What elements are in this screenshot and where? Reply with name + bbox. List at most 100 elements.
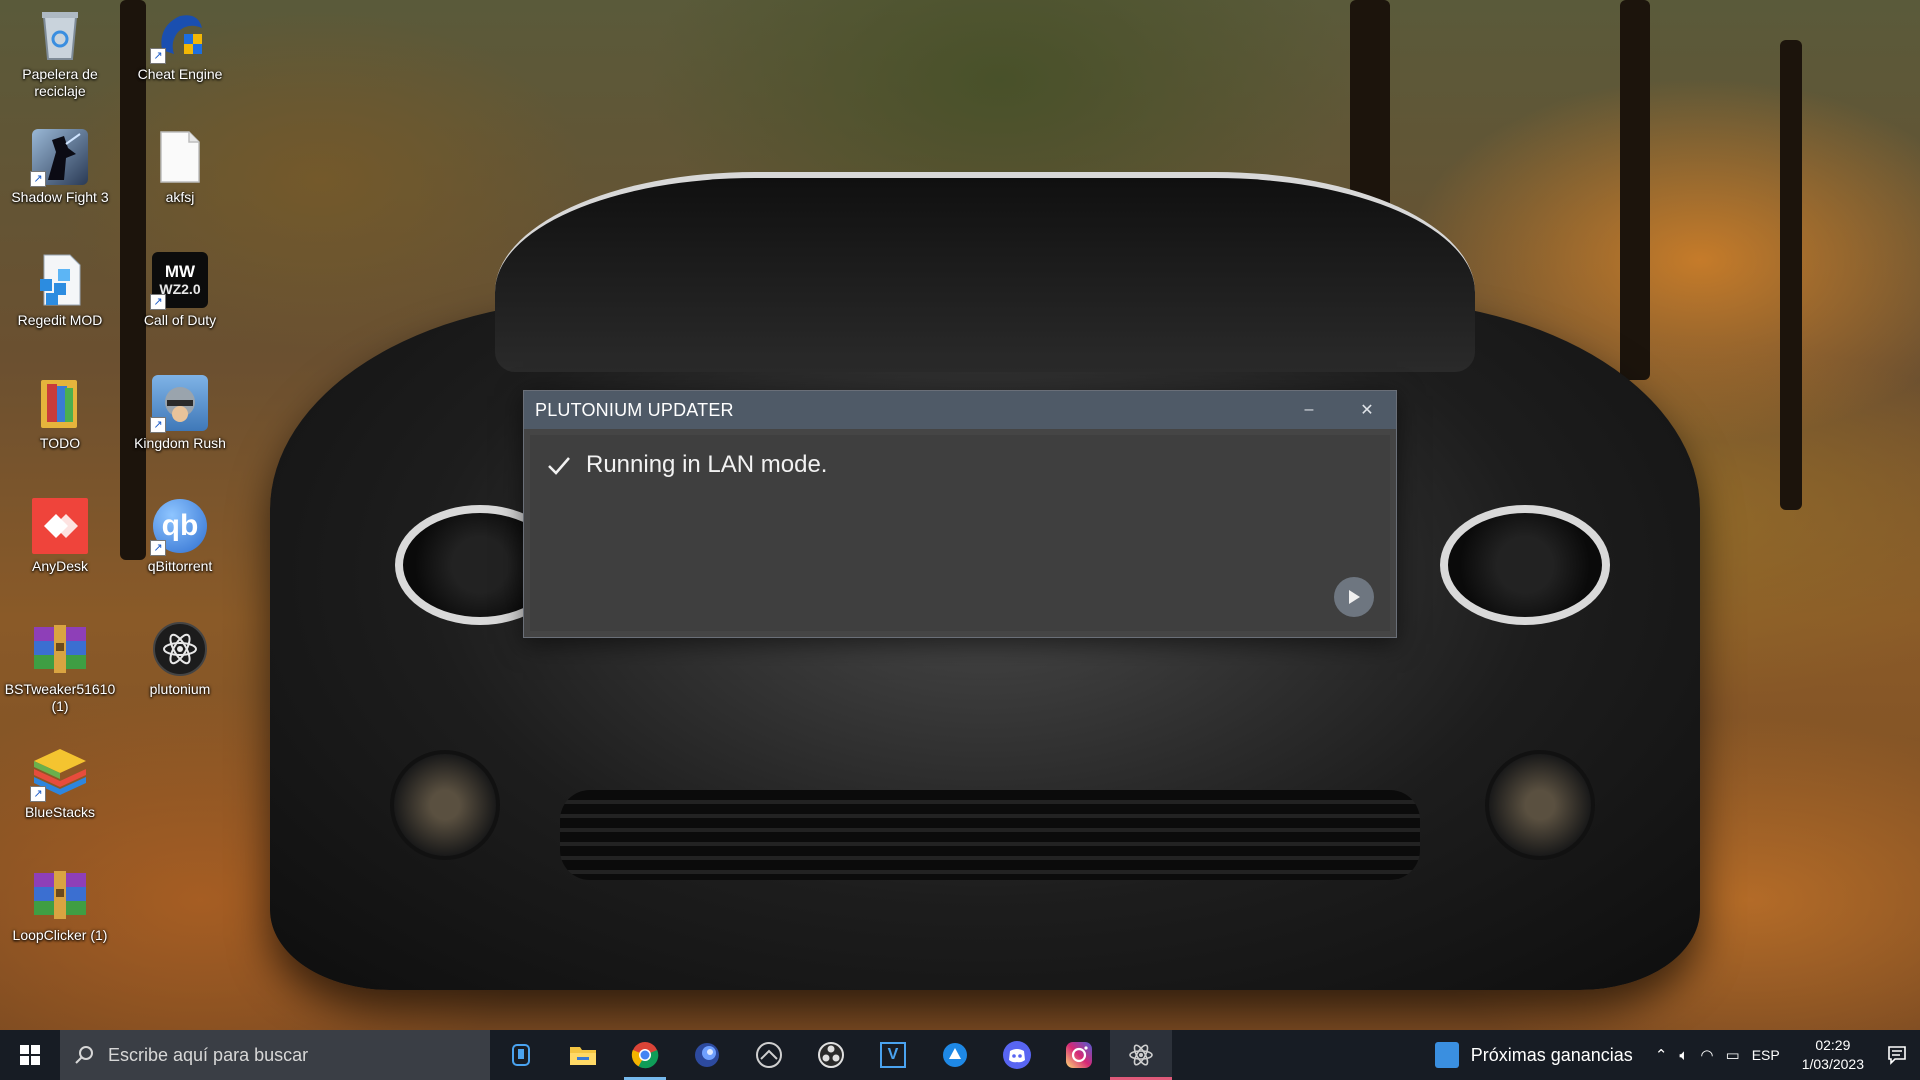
clock-date: 1/03/2023 (1801, 1056, 1864, 1072)
wallpaper-tree (1780, 40, 1802, 510)
cheat-engine-icon: ↗ (150, 6, 208, 64)
desktop-icon-shadow-fight-3[interactable]: ↗ Shadow Fight 3 (0, 123, 120, 233)
discord-icon (1003, 1041, 1031, 1069)
obs-icon (818, 1042, 844, 1068)
taskbar-app-plutonium[interactable] (1110, 1030, 1172, 1080)
minimize-button[interactable]: – (1280, 391, 1338, 429)
desktop-icon-loopclicker[interactable]: LoopClicker (1) (0, 861, 120, 971)
desktop-icon-label: Call of Duty (143, 312, 217, 328)
call-of-duty-icon: MW WZ2.0 ↗ (150, 252, 208, 310)
wallpaper-car-foglight-left (390, 750, 500, 860)
start-button[interactable] (0, 1030, 60, 1080)
desktop-icon-cheat-engine[interactable]: ↗ Cheat Engine (120, 0, 240, 110)
taskbar-app-list: V (490, 1030, 1172, 1080)
desktop-icon-recycle-bin[interactable]: Papelera de reciclaje (0, 0, 120, 110)
desktop-icon-label: LoopClicker (1) (12, 927, 108, 943)
bluestacks-icon: ↗ (30, 744, 88, 802)
play-icon (1349, 590, 1360, 604)
clock-time: 02:29 (1815, 1037, 1851, 1053)
shadow-fight-icon: ↗ (30, 129, 88, 187)
blank-file-icon (152, 129, 208, 185)
taskbar-app-generic[interactable] (924, 1030, 986, 1080)
desktop-icon-label: Regedit MOD (17, 312, 103, 328)
taskbar-app-visual-studio[interactable]: V (862, 1030, 924, 1080)
taskbar-app-discord[interactable] (986, 1030, 1048, 1080)
volume-icon[interactable]: 🔈︎ (1679, 1047, 1688, 1064)
wallpaper-car-grille (560, 790, 1420, 880)
news-icon (1434, 1042, 1459, 1068)
desktop-icon-bstweaker[interactable]: BSTweaker51610 (1) (0, 615, 120, 725)
window-content: Running in LAN mode. (530, 435, 1390, 631)
search-placeholder: Escribe aquí para buscar (108, 1044, 309, 1065)
window-controls: – ✕ (1280, 391, 1396, 429)
plutonium-updater-window[interactable]: PLUTONIUM UPDATER – ✕ Running in LAN mod… (523, 390, 1397, 638)
window-title-bar[interactable]: PLUTONIUM UPDATER – ✕ (524, 391, 1396, 429)
news-text: Próximas ganancias (1470, 1044, 1633, 1065)
taskbar-app-file-explorer[interactable] (552, 1030, 614, 1080)
cortana-icon (512, 1044, 530, 1066)
desktop-icon-label: plutonium (149, 681, 211, 697)
status-row: Running in LAN mode. (546, 451, 827, 479)
news-widget[interactable]: Próximas ganancias (1434, 1042, 1633, 1068)
system-tray: Próximas ganancias ⌃ 🔈︎ ◠ ▭ ESP 02:29 1/… (1434, 1030, 1920, 1080)
shortcut-arrow-icon: ↗ (150, 48, 166, 64)
wallpaper-tree (1620, 0, 1650, 380)
app-icon (943, 1043, 967, 1067)
window-title: PLUTONIUM UPDATER (535, 399, 734, 420)
shortcut-arrow-icon: ↗ (150, 294, 166, 310)
winrar-icon (32, 621, 88, 677)
wallpaper-car-headlight-right (1440, 505, 1610, 625)
plutonium-icon (152, 621, 208, 677)
visual-studio-icon: V (880, 1042, 906, 1068)
shortcut-arrow-icon: ↗ (150, 417, 166, 433)
wallpaper-car-foglight-right (1485, 750, 1595, 860)
desktop-icon-label: AnyDesk (31, 558, 89, 574)
regedit-icon (32, 252, 88, 308)
close-icon: ✕ (1360, 402, 1374, 419)
taskbar-app-chrome[interactable] (614, 1030, 676, 1080)
clock[interactable]: 02:29 1/03/2023 (1802, 1036, 1864, 1074)
notification-center-button[interactable] (1874, 1030, 1920, 1080)
status-message: Running in LAN mode. (586, 451, 828, 478)
taskbar-app-obs[interactable] (800, 1030, 862, 1080)
shortcut-arrow-icon: ↗ (30, 171, 46, 187)
anydesk-icon (32, 498, 88, 554)
plutonium-icon (1129, 1044, 1153, 1066)
taskbar-app-cortana[interactable] (490, 1030, 552, 1080)
taskbar-app-instagram[interactable] (1048, 1030, 1110, 1080)
desktop-icon-label: BSTweaker51610 (1) (4, 681, 116, 714)
desktop-icon-kingdom-rush[interactable]: ↗ Kingdom Rush (120, 369, 240, 479)
kingdom-rush-icon: ↗ (150, 375, 208, 433)
desktop-icon-label: Cheat Engine (137, 66, 223, 82)
search-icon (75, 1046, 93, 1064)
wifi-icon[interactable]: ◠ (1700, 1046, 1713, 1064)
taskbar: Escribe aquí para buscar V Próximas gana… (0, 1030, 1920, 1080)
desktop-icon-akfsj[interactable]: akfsj (120, 123, 240, 233)
close-button[interactable]: ✕ (1338, 391, 1396, 429)
chevron-up-icon[interactable]: ⌃ (1655, 1046, 1668, 1064)
language-indicator[interactable]: ESP (1752, 1047, 1780, 1063)
taskbar-search-box[interactable]: Escribe aquí para buscar (60, 1030, 490, 1080)
desktop-icon-qbittorrent[interactable]: qb ↗ qBittorrent (120, 492, 240, 602)
qbittorrent-logo-text: qb (161, 509, 199, 542)
desktop-icon-call-of-duty[interactable]: MW WZ2.0 ↗ Call of Duty (120, 246, 240, 356)
taskbar-app-browser[interactable] (676, 1030, 738, 1080)
desktop-icon-regedit-mod[interactable]: Regedit MOD (0, 246, 120, 356)
play-button[interactable] (1334, 577, 1374, 617)
visual-studio-badge: V (887, 1046, 899, 1063)
desktop-icon-bluestacks[interactable]: ↗ BlueStacks (0, 738, 120, 848)
recycle-bin-icon (32, 6, 88, 62)
qbittorrent-icon: qb ↗ (150, 498, 208, 556)
desktop-icon-label: akfsj (165, 189, 195, 205)
desktop-icon-anydesk[interactable]: AnyDesk (0, 492, 120, 602)
taskbar-app-launcher[interactable] (738, 1030, 800, 1080)
desktop-icon-plutonium[interactable]: plutonium (120, 615, 240, 725)
desktop-icon-label: Kingdom Rush (134, 435, 226, 451)
windows-logo-icon (20, 1045, 40, 1065)
minimize-icon: – (1304, 401, 1314, 418)
desktop-icon-label: TODO (39, 435, 81, 451)
battery-icon[interactable]: ▭ (1726, 1046, 1740, 1064)
desktop-icon-label: BlueStacks (24, 804, 96, 820)
desktop-icon-todo[interactable]: TODO (0, 369, 120, 479)
cod-logo-top: MW (164, 262, 196, 281)
